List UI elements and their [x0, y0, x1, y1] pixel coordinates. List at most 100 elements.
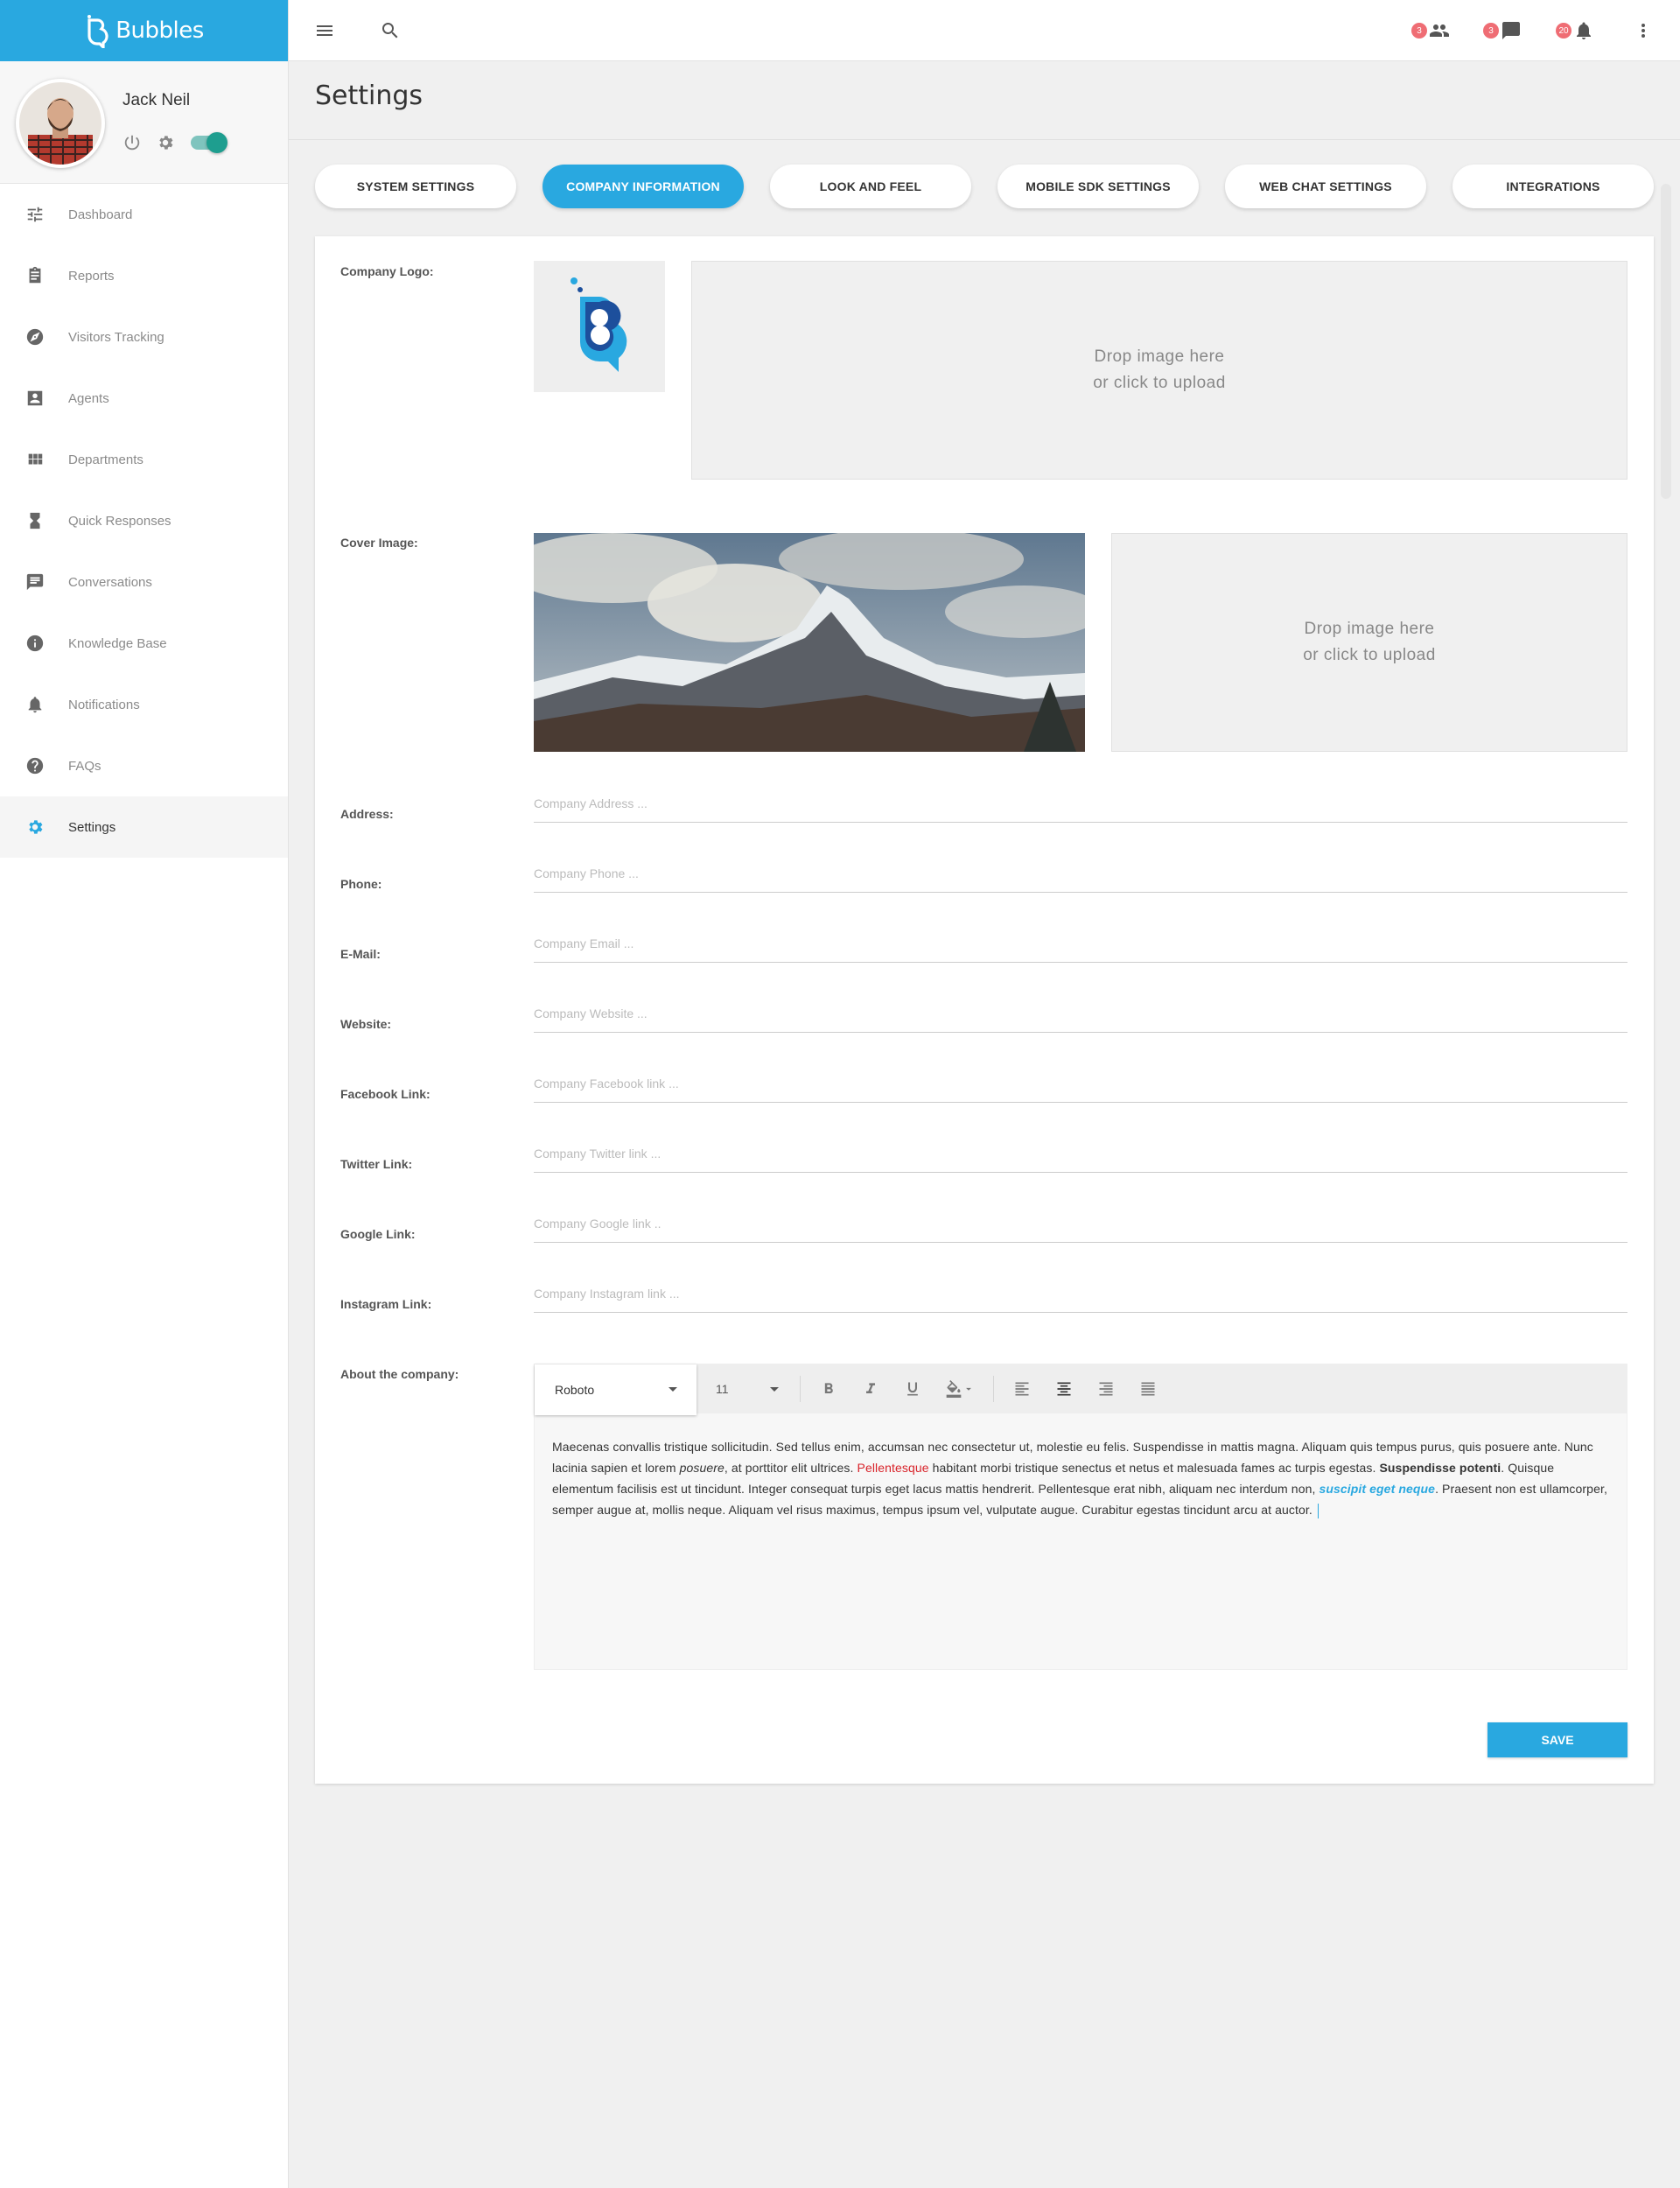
settings-tabs: System Settings Company Information Look…: [315, 165, 1654, 208]
avatar[interactable]: [16, 79, 105, 168]
dropzone-subtext: or click to upload: [1093, 374, 1226, 392]
google-label: Google Link:: [340, 1227, 416, 1241]
editor-toolbar: Roboto 11: [535, 1364, 1627, 1415]
bell-icon: [1577, 22, 1591, 39]
google-input[interactable]: [534, 1217, 1628, 1231]
twitter-input[interactable]: [534, 1147, 1628, 1161]
editor-text-italic: posuere: [679, 1461, 724, 1475]
tab-mobile-sdk-settings[interactable]: Mobile SDK Settings: [998, 165, 1199, 208]
instagram-input[interactable]: [534, 1287, 1628, 1301]
user-panel: Jack Neil: [0, 61, 288, 184]
sidebar-item-faqs[interactable]: FAQs: [0, 735, 288, 796]
contact-card-icon: [27, 390, 43, 406]
toggle-knob: [206, 132, 228, 153]
sidebar-item-settings[interactable]: Settings: [0, 796, 288, 858]
align-right-button[interactable]: [1085, 1364, 1127, 1413]
chat-badge: 3: [1483, 23, 1499, 39]
align-justify-icon: [1141, 1382, 1155, 1396]
bell-notifications[interactable]: 20: [1556, 20, 1594, 41]
phone-field: [534, 866, 1628, 893]
align-center-button[interactable]: [1043, 1364, 1085, 1413]
google-field: [534, 1217, 1628, 1243]
cover-image-preview: [534, 533, 1085, 752]
tab-system-settings[interactable]: System Settings: [315, 165, 516, 208]
bubbles-logo-icon: [88, 15, 108, 48]
address-label: Address:: [340, 807, 394, 821]
align-center-icon: [1057, 1382, 1071, 1396]
gear-icon: [29, 820, 43, 834]
user-tools: [122, 132, 228, 153]
italic-button[interactable]: [850, 1364, 892, 1413]
save-button[interactable]: Save: [1488, 1722, 1628, 1757]
bell-badge: 20: [1556, 23, 1572, 39]
page-scrollbar[interactable]: [1661, 184, 1671, 499]
sidebar-item-reports[interactable]: Reports: [0, 245, 288, 306]
sidebar-item-label: Quick Responses: [68, 513, 172, 529]
availability-toggle[interactable]: [191, 132, 228, 153]
tab-company-information[interactable]: Company Information: [542, 165, 744, 208]
people-icon: [1430, 25, 1449, 37]
sidebar-item-notifications[interactable]: Notifications: [0, 674, 288, 735]
sidebar-item-conversations[interactable]: Conversations: [0, 551, 288, 613]
sidebar: Bubbles Jack Neil Dashboard Reports Visi…: [0, 0, 289, 2188]
topbar: 3 3 20: [289, 0, 1680, 61]
sidebar-nav: Dashboard Reports Visitors Tracking Agen…: [0, 184, 288, 858]
tab-look-and-feel[interactable]: Look and Feel: [770, 165, 971, 208]
hourglass-icon: [30, 512, 40, 529]
people-badge: 3: [1411, 23, 1427, 39]
paint-bucket-icon: [946, 1380, 962, 1398]
tab-web-chat-settings[interactable]: Web Chat Settings: [1225, 165, 1426, 208]
chat-notifications[interactable]: 3: [1483, 20, 1522, 41]
dropzone-text: Drop image here: [1094, 347, 1225, 366]
gear-icon[interactable]: [156, 133, 175, 152]
sidebar-item-quick-responses[interactable]: Quick Responses: [0, 490, 288, 551]
sidebar-item-label: Settings: [68, 819, 116, 835]
font-size-select[interactable]: 11: [696, 1364, 793, 1413]
people-notifications[interactable]: 3: [1411, 20, 1450, 41]
sidebar-item-dashboard[interactable]: Dashboard: [0, 184, 288, 245]
clipboard-icon: [29, 266, 41, 284]
bold-button[interactable]: [808, 1364, 850, 1413]
brand-header[interactable]: Bubbles: [0, 0, 288, 61]
toolbar-divider: [993, 1376, 994, 1402]
logo-dropzone[interactable]: Drop image here or click to upload: [691, 261, 1628, 480]
cover-dropzone[interactable]: Drop image here or click to upload: [1111, 533, 1628, 752]
page-header: Settings: [289, 61, 1680, 140]
align-left-button[interactable]: [1001, 1364, 1043, 1413]
underline-button[interactable]: [892, 1364, 934, 1413]
company-info-card: Company Logo: Drop image here or click t…: [315, 236, 1654, 1784]
fill-color-button[interactable]: [934, 1364, 986, 1413]
twitter-field: [534, 1147, 1628, 1173]
underline-icon: [907, 1382, 918, 1396]
sidebar-item-label: Knowledge Base: [68, 635, 167, 651]
website-input[interactable]: [534, 1006, 1628, 1020]
instagram-label: Instagram Link:: [340, 1297, 432, 1311]
italic-icon: [866, 1383, 875, 1393]
power-icon[interactable]: [122, 133, 142, 152]
email-input[interactable]: [534, 936, 1628, 950]
company-logo-preview: [534, 261, 665, 392]
chat-icon: [26, 573, 44, 591]
phone-input[interactable]: [534, 866, 1628, 880]
editor-content[interactable]: Maecenas convallis tristique sollicitudi…: [535, 1413, 1627, 1543]
compass-icon: [26, 328, 44, 346]
sidebar-item-visitors-tracking[interactable]: Visitors Tracking: [0, 306, 288, 368]
chevron-down-icon: [668, 1387, 677, 1392]
more-vert-icon[interactable]: [1633, 20, 1654, 41]
website-label: Website:: [340, 1017, 392, 1031]
sidebar-item-label: Notifications: [68, 697, 140, 712]
address-input[interactable]: [534, 796, 1628, 810]
menu-icon[interactable]: [314, 20, 335, 41]
toolbar-divider: [800, 1376, 801, 1402]
font-family-select[interactable]: Roboto: [535, 1364, 696, 1415]
sidebar-item-agents[interactable]: Agents: [0, 368, 288, 429]
facebook-input[interactable]: [534, 1076, 1628, 1090]
sidebar-item-label: Reports: [68, 268, 115, 284]
rich-text-editor: Roboto 11 Maecenas convallis tristique s…: [534, 1364, 1628, 1670]
sidebar-item-departments[interactable]: Departments: [0, 429, 288, 490]
align-justify-button[interactable]: [1127, 1364, 1169, 1413]
info-icon: [26, 635, 44, 652]
tab-integrations[interactable]: Integrations: [1452, 165, 1654, 208]
search-icon[interactable]: [380, 20, 401, 41]
sidebar-item-knowledge-base[interactable]: Knowledge Base: [0, 613, 288, 674]
